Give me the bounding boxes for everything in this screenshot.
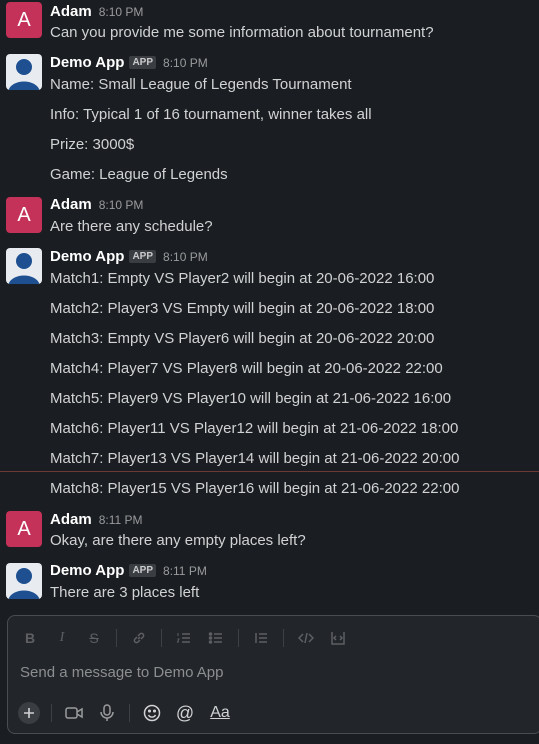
- bulleted-list-icon[interactable]: [206, 628, 226, 648]
- code-icon[interactable]: [296, 628, 316, 648]
- message-text: Match6: Player11 VS Player12 will begin …: [50, 420, 459, 437]
- user-silhouette-icon: [8, 253, 40, 284]
- avatar[interactable]: [6, 563, 42, 599]
- link-icon[interactable]: [129, 628, 149, 648]
- avatar[interactable]: A: [6, 2, 42, 38]
- timestamp[interactable]: 8:11 PM: [163, 564, 207, 578]
- sender-name[interactable]: Adam: [50, 196, 92, 213]
- timestamp[interactable]: 8:10 PM: [99, 198, 144, 212]
- sender-name[interactable]: Adam: [50, 511, 92, 528]
- timestamp[interactable]: 8:10 PM: [99, 5, 144, 19]
- message-composer: B I S Send a message to Demo App @ Aa: [7, 615, 539, 734]
- message-text: Match3: Empty VS Player6 will begin at 2…: [50, 330, 435, 347]
- blockquote-icon[interactable]: [251, 628, 271, 648]
- toolbar-divider: [51, 704, 52, 722]
- formatting-toolbar: B I S: [20, 628, 360, 648]
- message-text: Info: Typical 1 of 16 tournament, winner…: [50, 106, 372, 123]
- italic-icon[interactable]: I: [52, 628, 72, 648]
- message-text: Can you provide me some information abou…: [50, 24, 434, 41]
- message-text: There are 3 places left: [50, 584, 200, 601]
- toolbar-divider: [283, 629, 284, 647]
- sender-name[interactable]: Demo App: [50, 248, 124, 265]
- mention-icon[interactable]: @: [174, 702, 196, 724]
- app-badge: APP: [129, 564, 157, 577]
- message-text: Are there any schedule?: [50, 218, 213, 235]
- message-text: Match8: Player15 VS Player16 will begin …: [50, 480, 460, 497]
- message-header: Demo App APP 8:10 PM: [50, 54, 208, 74]
- timestamp[interactable]: 8:10 PM: [163, 56, 208, 70]
- user-silhouette-icon: [8, 59, 40, 90]
- timestamp[interactable]: 8:10 PM: [163, 250, 208, 264]
- sender-name[interactable]: Adam: [50, 3, 92, 20]
- new-messages-divider: [0, 471, 539, 472]
- avatar[interactable]: [6, 54, 42, 90]
- composer-actions: @ Aa: [18, 701, 244, 725]
- avatar[interactable]: A: [6, 511, 42, 547]
- sender-name[interactable]: Demo App: [50, 54, 124, 71]
- message-text: Game: League of Legends: [50, 166, 228, 183]
- toolbar-divider: [129, 704, 130, 722]
- format-icon[interactable]: Aa: [207, 702, 233, 724]
- ordered-list-icon[interactable]: [174, 628, 194, 648]
- code-block-icon[interactable]: [328, 628, 348, 648]
- bold-icon[interactable]: B: [20, 628, 40, 648]
- message-header: Adam 8:10 PM: [50, 3, 143, 23]
- toolbar-divider: [238, 629, 239, 647]
- plus-icon[interactable]: [18, 702, 40, 724]
- message-header: Adam 8:11 PM: [50, 511, 143, 531]
- message-text: Okay, are there any empty places left?: [50, 532, 306, 549]
- app-badge: APP: [129, 250, 157, 263]
- toolbar-divider: [116, 629, 117, 647]
- emoji-icon[interactable]: [141, 702, 163, 724]
- avatar[interactable]: A: [6, 197, 42, 233]
- video-icon[interactable]: [63, 702, 85, 724]
- timestamp[interactable]: 8:11 PM: [99, 513, 143, 527]
- message-text: Match4: Player7 VS Player8 will begin at…: [50, 360, 443, 377]
- toolbar-divider: [161, 629, 162, 647]
- user-silhouette-icon: [8, 568, 40, 599]
- message-header: Adam 8:10 PM: [50, 196, 143, 216]
- message-header: Demo App APP 8:11 PM: [50, 562, 207, 582]
- sender-name[interactable]: Demo App: [50, 562, 124, 579]
- message-header: Demo App APP 8:10 PM: [50, 248, 208, 268]
- message-text: Match5: Player9 VS Player10 will begin a…: [50, 390, 452, 407]
- message-text: Name: Small League of Legends Tournament: [50, 76, 352, 93]
- message-text: Match2: Player3 VS Empty will begin at 2…: [50, 300, 435, 317]
- app-badge: APP: [129, 56, 157, 69]
- microphone-icon[interactable]: [96, 702, 118, 724]
- strikethrough-icon[interactable]: S: [84, 628, 104, 648]
- message-text: Match1: Empty VS Player2 will begin at 2…: [50, 270, 435, 287]
- avatar[interactable]: [6, 248, 42, 284]
- message-text: Match7: Player13 VS Player14 will begin …: [50, 450, 460, 467]
- message-text: Prize: 3000$: [50, 136, 135, 153]
- message-input[interactable]: Send a message to Demo App: [20, 664, 223, 681]
